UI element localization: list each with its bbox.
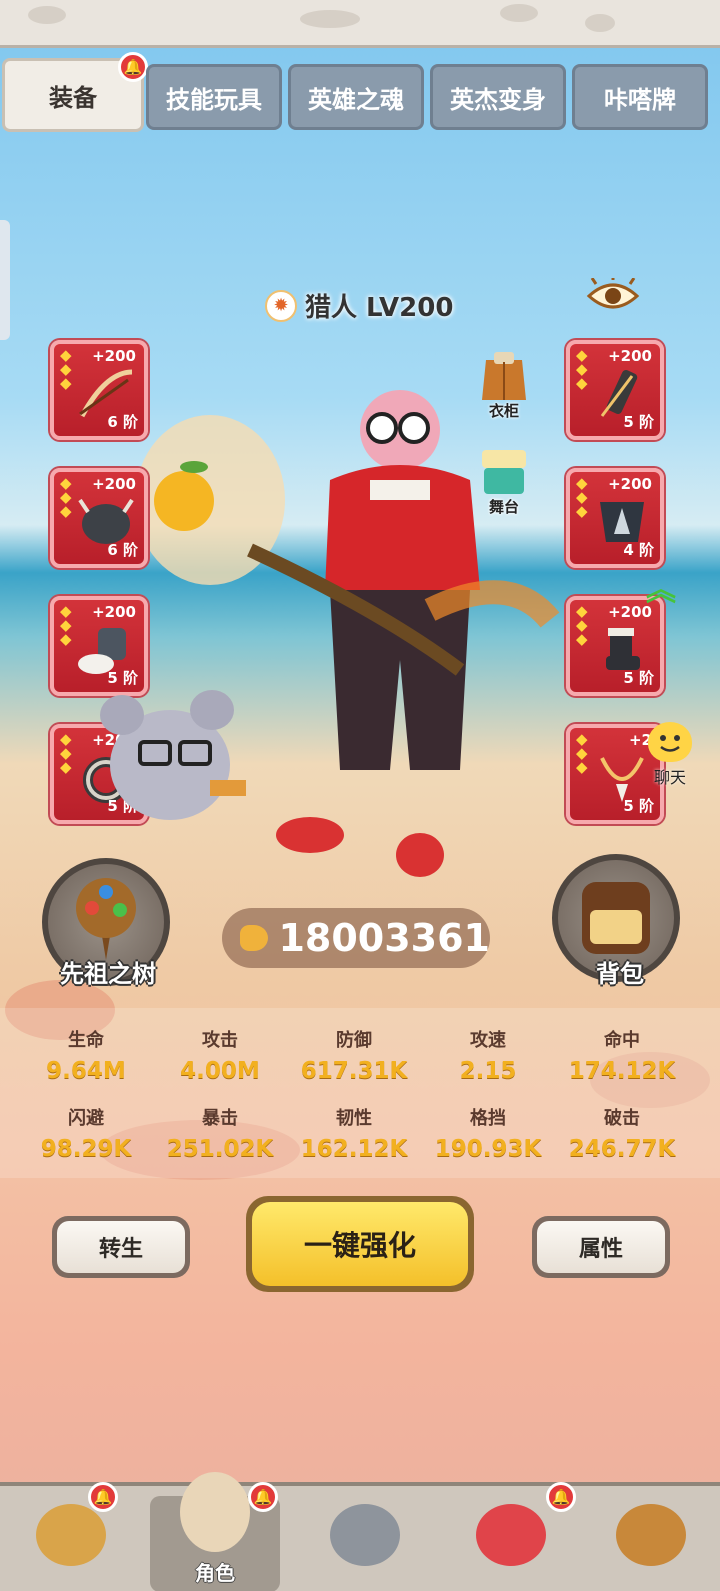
stats-panel: 生命 9.64M 攻击 4.00M 防御 617.31K 攻速 2.15 命中 174.1… <box>0 1008 720 1178</box>
stat-label: 命中 <box>604 1030 640 1051</box>
upgrade-arrow-icon: ︽ <box>646 573 676 608</box>
stat-label: 攻击 <box>202 1030 238 1051</box>
star-rating: ◆ ◆ ◆ <box>60 602 72 648</box>
rebirth-button[interactable]: 转生 <box>52 1216 190 1278</box>
star-rating: ◆ ◆ ◆ <box>60 474 72 520</box>
star-rating: ◆ ◆ ◆ <box>576 474 588 520</box>
stat-label: 闪避 <box>68 1108 104 1129</box>
stat-label: 破击 <box>604 1108 640 1129</box>
stat-label: 攻速 <box>470 1030 506 1051</box>
ancestor-tree-label: 先祖之树 <box>60 960 156 988</box>
bell-icon: 🔔 <box>546 1482 576 1512</box>
nav-battle[interactable] <box>300 1496 430 1591</box>
stat-value: 246.77K <box>568 1136 676 1162</box>
star-rating: ◆ ◆ ◆ <box>576 602 588 648</box>
chat-button[interactable]: 聊天 <box>640 722 700 788</box>
star-rating: ◆ ◆ ◆ <box>576 730 588 776</box>
hero-character <box>247 390 560 877</box>
stat-value: 2.15 <box>459 1058 517 1084</box>
bell-icon: 🔔 <box>88 1482 118 1512</box>
slot-bonus: +200 <box>92 603 136 621</box>
stat-defense: 防御 617.31K <box>294 1026 414 1084</box>
rebirth-label: 转生 <box>57 1221 185 1273</box>
stat-hit: 命中 174.12K <box>562 1026 682 1084</box>
slot-bonus: +200 <box>92 475 136 493</box>
smiley-icon <box>648 722 692 762</box>
stat-pierce: 破击 246.77K <box>562 1104 682 1162</box>
bottom-nav: 角色 🔔 🔔 🔔 <box>0 1472 720 1591</box>
star-rating: ◆ ◆ ◆ <box>60 346 72 392</box>
pet-koala <box>100 690 246 820</box>
muscle-icon <box>240 925 269 951</box>
attributes-label: 属性 <box>537 1221 665 1273</box>
combat-power-value: 18003361 <box>278 916 490 960</box>
backpack-label: 背包 <box>596 960 644 988</box>
stat-label: 生命 <box>68 1030 104 1051</box>
slot-tier: 5 阶 <box>623 669 654 687</box>
nav-nest[interactable] <box>6 1496 136 1591</box>
stat-value: 162.12K <box>300 1136 408 1162</box>
equip-slot-weapon[interactable]: ◆ ◆ ◆ +200 6 阶 <box>50 340 148 440</box>
stat-value: 251.02K <box>166 1136 274 1162</box>
stat-value: 174.12K <box>568 1058 676 1084</box>
star-rating: ◆ ◆ ◆ <box>60 730 72 776</box>
nav-character-label: 角色 <box>195 1561 235 1585</box>
stat-value: 9.64M <box>46 1058 126 1084</box>
equip-slot-armor[interactable]: ◆ ◆ ◆ +200 4 阶 <box>566 468 664 568</box>
claw-icon: ✹ <box>265 289 297 322</box>
equip-slot-helmet[interactable]: ◆ ◆ ◆ +200 6 阶 <box>50 468 148 568</box>
stat-value: 617.31K <box>300 1058 408 1084</box>
character-icon <box>180 1472 250 1552</box>
tribe-icon <box>616 1504 686 1566</box>
slot-tier: 5 阶 <box>623 413 654 431</box>
stat-label: 韧性 <box>336 1108 372 1129</box>
slot-tier: 6 阶 <box>107 413 138 431</box>
pet-icon <box>476 1504 546 1566</box>
golden-fruit <box>154 461 214 531</box>
chat-label: 聊天 <box>653 768 686 787</box>
slot-bonus: +200 <box>92 347 136 365</box>
star-rating: ◆ ◆ ◆ <box>576 346 588 392</box>
slot-tier: 4 阶 <box>623 541 654 559</box>
stat-dodge: 闪避 98.29K <box>26 1104 146 1162</box>
enhance-all-label: 一键强化 <box>252 1202 468 1286</box>
attributes-button[interactable]: 属性 <box>532 1216 670 1278</box>
stat-label: 防御 <box>336 1030 372 1051</box>
stat-value: 190.93K <box>434 1136 542 1162</box>
stat-label: 格挡 <box>470 1108 506 1129</box>
stat-toughness: 韧性 162.12K <box>294 1104 414 1162</box>
combat-power-bar: 18003361 <box>222 908 490 968</box>
hero-name-level: 猎人 LV200 <box>305 293 454 323</box>
enhance-all-button[interactable]: 一键强化 <box>246 1196 474 1292</box>
stat-hp: 生命 9.64M <box>26 1026 146 1084</box>
stat-crit: 暴击 251.02K <box>160 1104 280 1162</box>
slot-tier: 6 阶 <box>107 541 138 559</box>
stat-label: 暴击 <box>202 1108 238 1129</box>
bell-icon: 🔔 <box>248 1482 278 1512</box>
stat-value: 4.00M <box>180 1058 260 1084</box>
stat-value: 98.29K <box>40 1136 132 1162</box>
hero-title: ✹ 猎人 LV200 <box>265 287 453 324</box>
slot-bonus: +200 <box>608 475 652 493</box>
equip-slot-quiver[interactable]: ◆ ◆ ◆ +200 5 阶 <box>566 340 664 440</box>
stat-attack-speed: 攻速 2.15 <box>428 1026 548 1084</box>
stat-attack: 攻击 4.00M <box>160 1026 280 1084</box>
equip-slot-boots[interactable]: ◆ ◆ ◆ +200 5 阶 <box>566 596 664 696</box>
stat-block: 格挡 190.93K <box>428 1104 548 1162</box>
slot-tier: 5 阶 <box>623 797 654 815</box>
eye-icon[interactable] <box>586 278 640 314</box>
slot-bonus: +200 <box>608 347 652 365</box>
sword-icon <box>330 1504 400 1566</box>
nest-icon <box>36 1504 106 1566</box>
nav-tribe[interactable] <box>586 1496 716 1591</box>
